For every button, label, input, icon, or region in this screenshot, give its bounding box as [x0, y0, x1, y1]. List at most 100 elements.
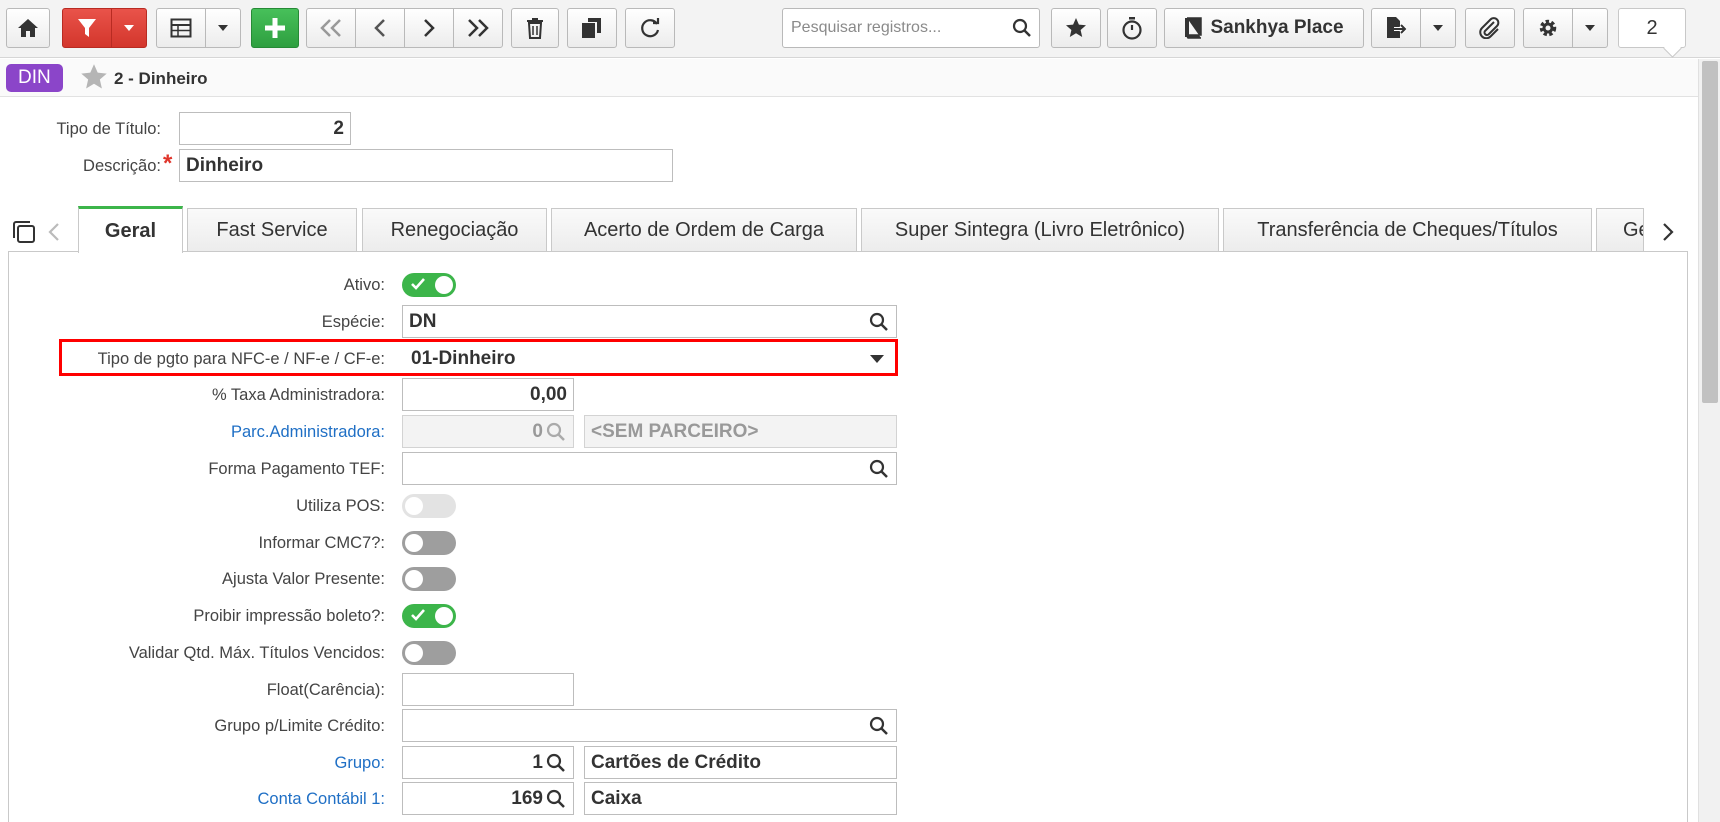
- tipo-titulo-field[interactable]: 2: [179, 112, 351, 145]
- filter-button[interactable]: [62, 8, 112, 48]
- settings-group: [1523, 8, 1608, 48]
- search-icon[interactable]: [545, 753, 567, 773]
- page-number-indicator[interactable]: 2: [1618, 8, 1686, 48]
- refresh-button[interactable]: [625, 8, 675, 48]
- parc-name-field: <SEM PARCEIRO>: [584, 415, 897, 448]
- grupo-code-value: 1: [532, 751, 543, 773]
- sankhya-place-label: Sankhya Place: [1210, 17, 1344, 38]
- file-export-icon: [1387, 17, 1407, 38]
- caret-down-icon: [218, 25, 228, 31]
- grid-view-button[interactable]: [156, 8, 206, 48]
- proibir-label: Proibir impressão boleto?:: [193, 607, 385, 625]
- descricao-field[interactable]: Dinheiro: [179, 149, 673, 182]
- grupo-link[interactable]: Grupo:: [335, 754, 385, 773]
- tab-label: Acerto de Ordem de Carga: [583, 219, 825, 241]
- filter-dropdown-button[interactable]: [111, 8, 147, 48]
- caret-down-icon: [1433, 25, 1443, 31]
- tab-acerto-ordem-carga[interactable]: Acerto de Ordem de Carga: [551, 208, 857, 252]
- double-chevron-right-icon: [468, 19, 489, 37]
- copy-window-icon[interactable]: [12, 220, 36, 249]
- conta-code-field[interactable]: 169: [402, 782, 574, 815]
- validar-toggle[interactable]: [402, 641, 456, 665]
- navigation-group: [306, 8, 503, 48]
- tabs-scroll-right-icon[interactable]: [1662, 222, 1674, 247]
- settings-dropdown-button[interactable]: [1572, 8, 1608, 48]
- attachments-button[interactable]: [1465, 8, 1515, 48]
- tipo-pgto-value: 01-Dinheiro: [411, 347, 516, 369]
- star-icon[interactable]: [80, 63, 108, 96]
- especie-label: Espécie:: [321, 313, 385, 331]
- last-record-button[interactable]: [453, 8, 503, 48]
- tab-transferencia-cheques[interactable]: Transferência de Cheques/Títulos: [1223, 208, 1592, 252]
- cmc7-label: Informar CMC7?:: [258, 534, 385, 552]
- ajusta-toggle[interactable]: [402, 567, 456, 591]
- caret-down-icon: [1585, 25, 1595, 31]
- record-header: DIN 2 - Dinheiro: [0, 59, 1698, 97]
- utiliza-pos-toggle[interactable]: [402, 494, 456, 518]
- next-record-button[interactable]: [404, 8, 454, 48]
- proibir-toggle[interactable]: [402, 604, 456, 628]
- search-icon[interactable]: [868, 459, 890, 479]
- search-icon[interactable]: [868, 716, 890, 736]
- conta-code-value: 169: [511, 787, 543, 809]
- add-record-button[interactable]: [251, 8, 299, 48]
- tab-label: Geral: [104, 219, 157, 242]
- tab-ge-truncated[interactable]: Ge: [1596, 208, 1644, 252]
- vertical-scrollbar[interactable]: [1698, 59, 1720, 822]
- tipo-pgto-label: Tipo de pgto para NFC-e / NF-e / CF-e:: [97, 350, 385, 368]
- tab-label: Fast Service: [216, 219, 328, 241]
- conta-contabil-link[interactable]: Conta Contábil 1:: [258, 790, 386, 809]
- conta-name-value: Caixa: [591, 787, 642, 809]
- tab-renegociacao[interactable]: Renegociação: [362, 208, 547, 252]
- search-icon[interactable]: [868, 312, 890, 332]
- scrollbar-thumb[interactable]: [1702, 61, 1718, 403]
- check-icon: [411, 609, 425, 621]
- search-icon[interactable]: [545, 789, 567, 809]
- tabs-scroll-left-icon[interactable]: [48, 222, 60, 247]
- tipo-titulo-value: 2: [333, 117, 344, 139]
- delete-button[interactable]: [511, 8, 559, 48]
- float-field[interactable]: [402, 673, 574, 706]
- plus-icon: [265, 18, 285, 38]
- duplicate-button[interactable]: [567, 8, 617, 48]
- search-input[interactable]: [783, 9, 1005, 47]
- first-record-button[interactable]: [306, 8, 356, 48]
- filter-icon: [78, 19, 96, 37]
- taxa-field[interactable]: 0,00: [402, 378, 574, 411]
- grupo-code-field[interactable]: 1: [402, 746, 574, 779]
- parc-code-field: 0: [402, 415, 574, 448]
- previous-record-button[interactable]: [355, 8, 405, 48]
- record-badge: DIN: [6, 64, 63, 92]
- ativo-toggle[interactable]: [402, 273, 456, 297]
- filter-group: [62, 8, 147, 48]
- grupo-limite-field[interactable]: [402, 709, 897, 742]
- tab-geral[interactable]: Geral: [78, 206, 183, 253]
- star-icon: [1066, 18, 1086, 37]
- table-icon: [170, 18, 192, 38]
- forma-tef-field[interactable]: [402, 452, 897, 485]
- tab-fast-service[interactable]: Fast Service: [187, 208, 357, 252]
- conta-name-field: Caixa: [584, 782, 897, 815]
- caret-down-icon: [124, 25, 134, 31]
- settings-button[interactable]: [1523, 8, 1573, 48]
- grid-view-dropdown-button[interactable]: [205, 8, 241, 48]
- especie-value: DN: [409, 310, 437, 332]
- cmc7-toggle[interactable]: [402, 531, 456, 555]
- home-button[interactable]: [6, 8, 50, 48]
- sankhya-place-button[interactable]: Sankhya Place: [1164, 8, 1364, 48]
- chevron-right-icon: [424, 19, 435, 37]
- favorites-button[interactable]: [1051, 8, 1101, 48]
- tipo-pgto-select[interactable]: 01-Dinheiro: [404, 342, 895, 375]
- search-icon[interactable]: [1005, 18, 1039, 38]
- parc-administradora-link[interactable]: Parc.Administradora:: [231, 423, 385, 442]
- especie-field[interactable]: DN: [402, 305, 897, 338]
- record-title: 2 - Dinheiro: [114, 69, 208, 88]
- timer-button[interactable]: [1107, 8, 1157, 48]
- export-dropdown-button[interactable]: [1420, 8, 1456, 48]
- paperclip-icon: [1479, 17, 1500, 39]
- float-label: Float(Carência):: [266, 681, 385, 699]
- tab-super-sintegra[interactable]: Super Sintegra (Livro Eletrônico): [861, 208, 1219, 252]
- utiliza-pos-label: Utiliza POS:: [296, 497, 385, 515]
- parc-name-value: <SEM PARCEIRO>: [591, 420, 759, 442]
- export-button[interactable]: [1371, 8, 1421, 48]
